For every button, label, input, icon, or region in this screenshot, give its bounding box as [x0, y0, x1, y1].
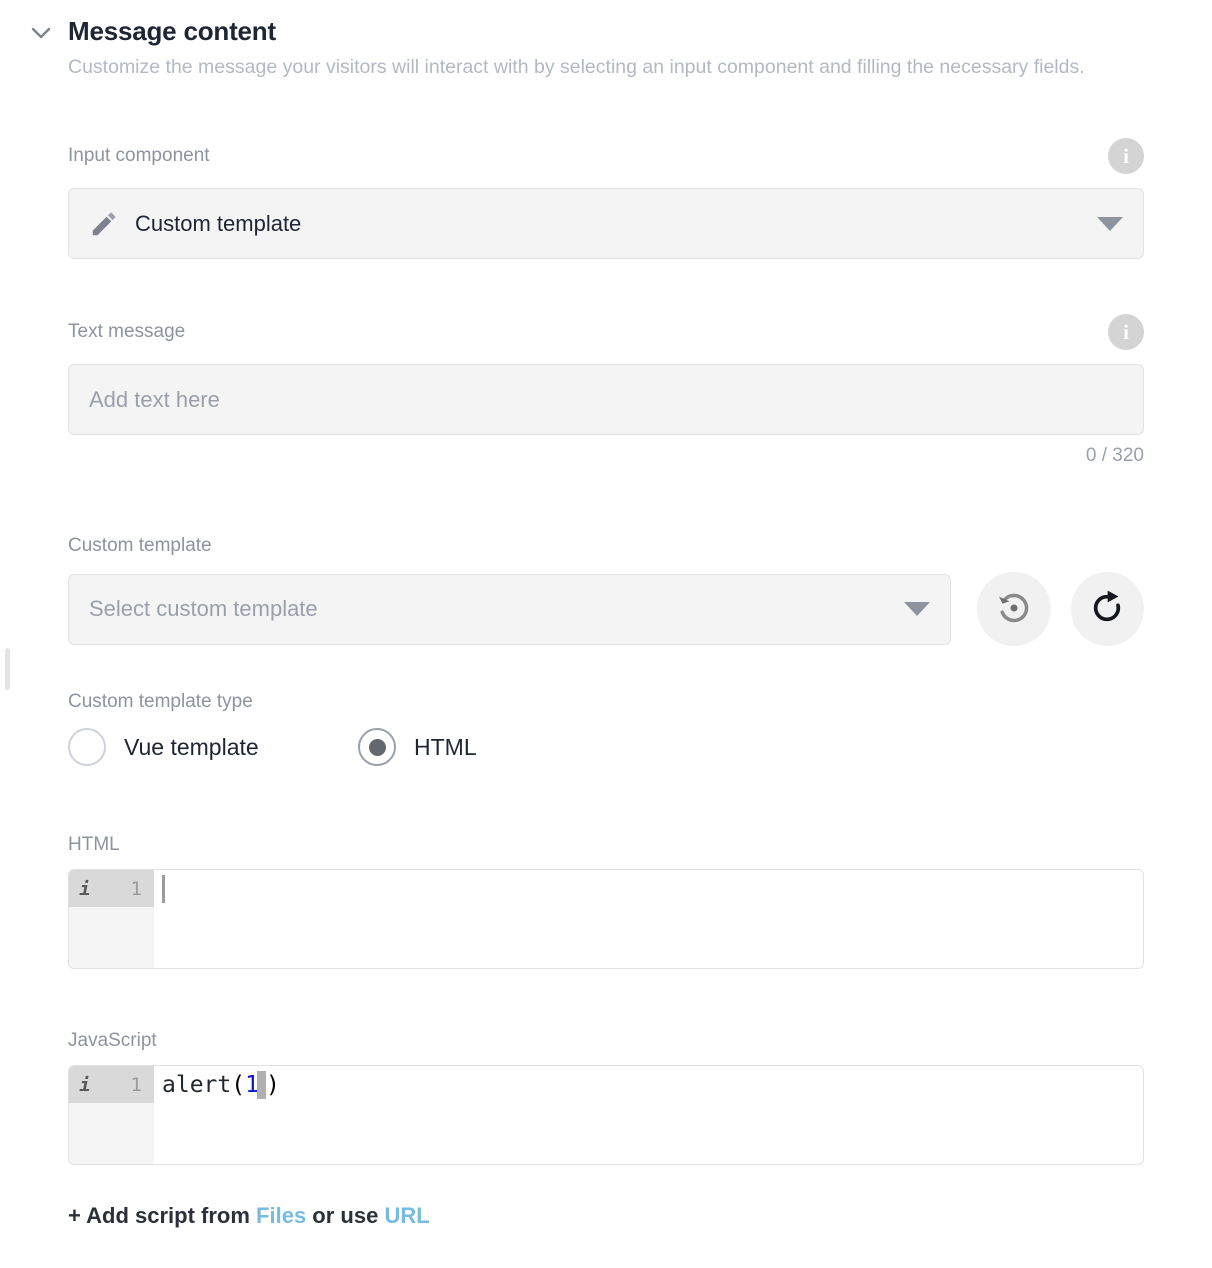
input-component-label-row: Input component i	[68, 138, 1144, 174]
add-script-row: + Add script from Files or use URL	[68, 1203, 430, 1229]
restore-history-button[interactable]	[977, 572, 1051, 646]
panel-scrollbar[interactable]	[5, 648, 10, 690]
section-description: Customize the message your visitors will…	[68, 56, 1085, 78]
custom-template-type-label: Custom template type	[68, 691, 253, 712]
custom-template-row: Select custom template	[68, 572, 1145, 646]
javascript-code-editor[interactable]: i 1 alert(1)	[68, 1065, 1144, 1165]
files-link[interactable]: Files	[256, 1203, 306, 1228]
radio-html-label: HTML	[414, 733, 477, 760]
custom-template-field: Custom template Select custom template	[68, 534, 1145, 646]
html-editor-label: HTML	[68, 834, 120, 855]
text-cursor	[162, 874, 165, 903]
input-component-select[interactable]: Custom template	[68, 188, 1144, 259]
pencil-icon	[89, 209, 119, 239]
html-editor-field: HTML i 1	[68, 833, 1144, 969]
text-message-field: Text message i Add text here 0 / 320	[68, 314, 1144, 467]
section-header: Message content Customize the message yo…	[0, 0, 1212, 83]
js-token-function: alert	[162, 1071, 232, 1098]
js-token-close-paren: )	[265, 1071, 280, 1098]
radio-circle-checked-icon	[358, 728, 396, 766]
url-link[interactable]: URL	[384, 1203, 429, 1228]
restore-history-icon	[994, 588, 1034, 631]
info-icon[interactable]: i	[1108, 138, 1144, 174]
text-message-counter: 0 / 320	[1085, 445, 1144, 466]
html-editor-gutter: i 1	[69, 870, 154, 968]
input-component-value-wrap: Custom template	[89, 209, 1097, 239]
input-component-field: Input component i Custom template	[68, 138, 1144, 259]
javascript-editor-gutter: i 1	[69, 1066, 154, 1164]
javascript-editor-code-line: alert(1)	[154, 1066, 1143, 1103]
javascript-editor-gutter-line: i 1	[69, 1066, 154, 1103]
refresh-button[interactable]	[1070, 572, 1145, 646]
js-token-open-paren: (	[231, 1071, 246, 1098]
html-editor-code-line	[154, 870, 1143, 907]
html-editor-gutter-line: i 1	[69, 870, 154, 907]
info-icon[interactable]: i	[1108, 314, 1144, 350]
add-script-middle: or use	[306, 1203, 385, 1228]
info-marker-icon[interactable]: i	[69, 878, 101, 900]
radio-html[interactable]: HTML	[358, 728, 477, 766]
custom-template-placeholder: Select custom template	[89, 596, 318, 621]
javascript-editor-code-area[interactable]: alert(1)	[154, 1066, 1143, 1164]
text-message-label-row: Text message i	[68, 314, 1144, 350]
text-message-input[interactable]: Add text here	[68, 364, 1144, 435]
text-message-placeholder: Add text here	[89, 386, 220, 412]
custom-template-label: Custom template	[68, 535, 212, 556]
custom-template-type-field: Custom template type Vue template HTML	[68, 690, 1144, 766]
caret-down-icon	[904, 602, 931, 616]
info-marker-icon[interactable]: i	[69, 1074, 101, 1096]
refresh-icon	[1087, 588, 1127, 631]
html-editor-line-number: 1	[130, 877, 142, 900]
add-script-prefix: + Add script from	[68, 1203, 257, 1228]
chevron-down-icon[interactable]	[30, 20, 52, 46]
text-message-label: Text message	[68, 321, 186, 342]
radio-dot	[368, 738, 386, 756]
text-cursor	[256, 1070, 266, 1099]
page-title: Message content	[68, 16, 276, 46]
javascript-editor-label: JavaScript	[68, 1030, 157, 1051]
html-code-editor[interactable]: i 1	[68, 869, 1144, 969]
message-content-panel: Message content Customize the message yo…	[0, 0, 1212, 1228]
input-component-label: Input component	[68, 145, 210, 166]
radio-vue-template[interactable]: Vue template	[68, 728, 358, 766]
radio-vue-template-label: Vue template	[124, 733, 259, 760]
html-editor-code-area[interactable]	[154, 870, 1143, 968]
javascript-editor-line-number: 1	[130, 1073, 142, 1096]
javascript-editor-field: JavaScript i 1 alert(1)	[68, 1029, 1144, 1165]
radio-circle-icon	[68, 728, 106, 766]
input-component-value: Custom template	[135, 210, 302, 236]
caret-down-icon	[1097, 216, 1123, 231]
custom-template-type-radio-group: Vue template HTML	[68, 728, 1144, 766]
custom-template-select[interactable]: Select custom template	[68, 573, 952, 645]
